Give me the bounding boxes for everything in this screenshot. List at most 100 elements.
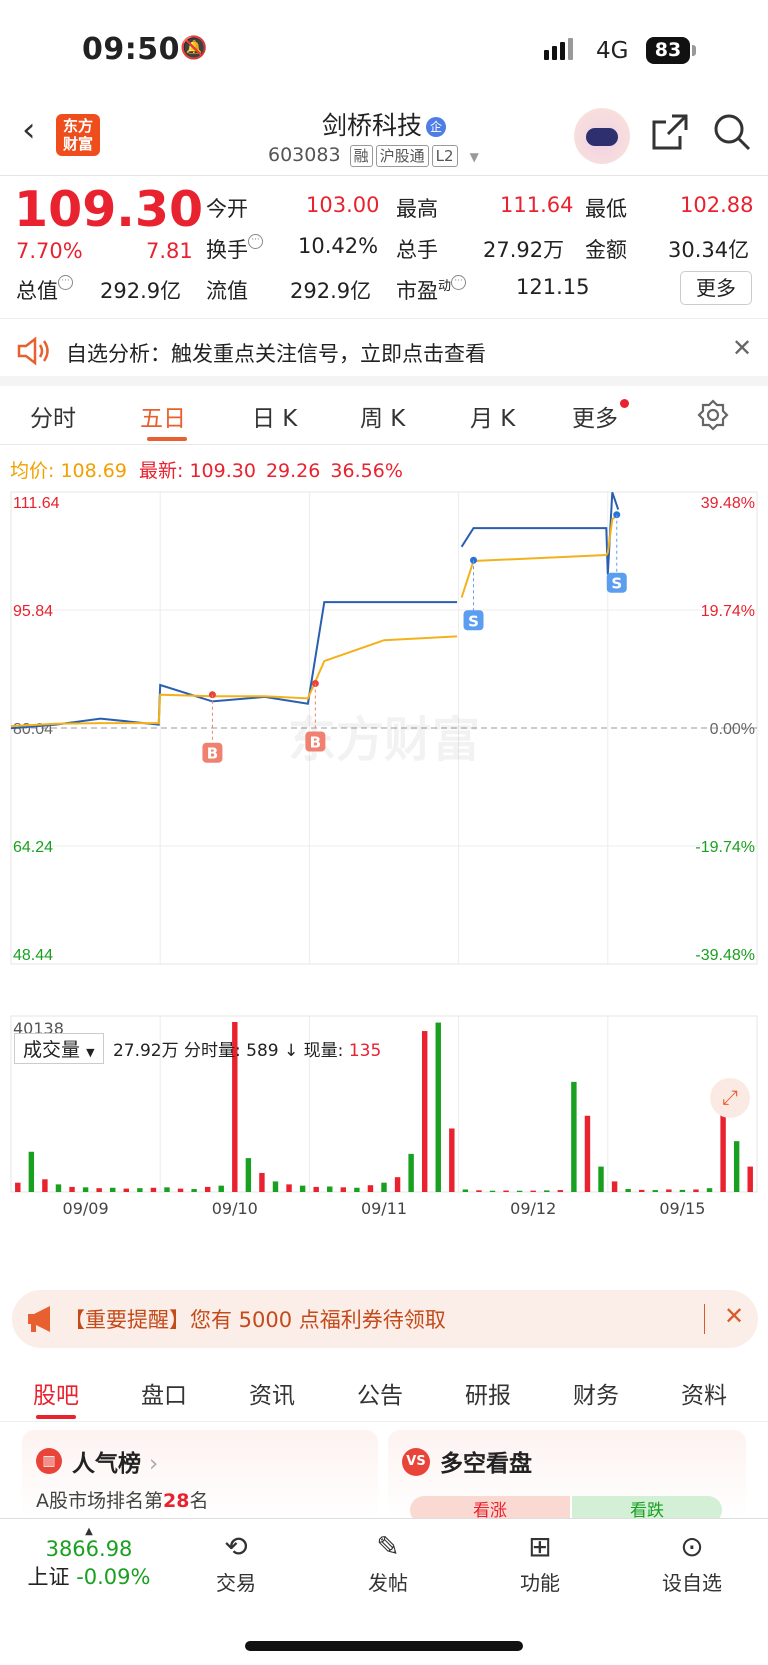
volume-bar: [123, 1188, 130, 1192]
active-tab-indicator: [147, 437, 187, 441]
volume-bar: [137, 1188, 143, 1192]
volume-bar: [544, 1190, 550, 1192]
float-value: 292.9亿: [290, 279, 372, 303]
current-vol-label: 现量:: [303, 1041, 344, 1061]
tab-guba[interactable]: 股吧: [33, 1376, 79, 1410]
index-change-line: 上证 -0.09%: [27, 1565, 151, 1589]
tab-financials[interactable]: 财务: [573, 1376, 619, 1410]
tag-margin: 融: [349, 145, 373, 167]
volume-bar: [557, 1190, 564, 1192]
content-tabs: 股吧 盘口 资讯 公告 研报 财务 资料: [0, 1356, 768, 1422]
x-tick-label: 09/15: [659, 1199, 705, 1218]
edit-icon: ✎: [376, 1530, 400, 1563]
volume-bar: [516, 1190, 523, 1192]
tab-weekly-k[interactable]: 周 K: [360, 399, 405, 433]
volume-bar: [327, 1186, 333, 1192]
stock-code-line[interactable]: 603083 融沪股通 L2 ▼: [268, 144, 479, 167]
chart-legend: 均价: 108.69 最新: 109.30 29.26 36.56%: [10, 456, 403, 483]
volume-bar: [340, 1187, 347, 1192]
megaphone-icon: [28, 1306, 50, 1332]
search-icon[interactable]: [712, 112, 752, 152]
volume-bar: [679, 1189, 686, 1192]
settings-icon[interactable]: [697, 399, 729, 431]
battery-cap: [692, 45, 696, 56]
down-arrow-icon: ↓: [284, 1041, 299, 1061]
current-price: 109.30: [14, 181, 204, 238]
tab-research[interactable]: 研报: [465, 1376, 511, 1410]
volume-bar: [272, 1181, 279, 1192]
nav-trade[interactable]: ⟲ 交易: [186, 1527, 286, 1596]
assistant-avatar[interactable]: [574, 108, 630, 164]
nav-functions[interactable]: ⊞ 功能: [490, 1527, 590, 1596]
analysis-alert[interactable]: 自选分析：触发重点关注信号，立即点击查看 ✕: [0, 320, 768, 386]
tab-order-book[interactable]: 盘口: [141, 1376, 187, 1410]
float-label: 流值: [206, 279, 248, 303]
info-icon[interactable]: ···: [451, 275, 467, 290]
period-tabs: 分时 五日 日 K 周 K 月 K 更多: [0, 385, 768, 445]
volume-bar: [96, 1188, 102, 1192]
quote-panel: 109.30 7.70% 7.81 今开 103.00 最高 111.64 最低…: [0, 177, 768, 319]
x-tick-label: 09/10: [212, 1199, 258, 1218]
nav-add-watchlist[interactable]: ⊙ 设自选: [642, 1527, 742, 1596]
status-bar: 09:50 🔕 4G 83: [0, 0, 768, 100]
volume-label: 总手: [396, 238, 438, 262]
five-day-chart[interactable]: 111.64 39.48% 95.84 19.74% 80.04 0.00% 64.24 -1…: [0, 484, 768, 1234]
promo-banner[interactable]: 【重要提醒】您有 5000 点福利券待领取 ✕: [12, 1290, 758, 1348]
popularity-card[interactable]: ▥ 人气榜 › A股市场排名第28名: [22, 1430, 378, 1520]
bull-bear-card[interactable]: VS 多空看盘 看涨 看跌: [388, 1430, 746, 1524]
volume-bar: [611, 1181, 618, 1192]
tab-intraday[interactable]: 分时: [30, 399, 76, 433]
volume-bar: [638, 1189, 645, 1192]
vs-icon: VS: [402, 1448, 430, 1476]
volume-bar: [503, 1190, 509, 1192]
close-icon[interactable]: ✕: [724, 1302, 744, 1330]
promo-text: 【重要提醒】您有 5000 点福利券待领取: [64, 1308, 446, 1332]
amount-value: 30.34亿: [668, 238, 750, 262]
turnover-value: 10.42%: [298, 234, 379, 258]
x-tick-label: 09/09: [63, 1199, 109, 1218]
close-icon[interactable]: ✕: [732, 334, 752, 362]
y-tick-label-left: 48.44: [13, 947, 53, 964]
dropdown-icon[interactable]: ▼: [470, 150, 479, 164]
tab-announcements[interactable]: 公告: [357, 1376, 403, 1410]
tab-daily-k[interactable]: 日 K: [252, 399, 297, 433]
more-quote-button[interactable]: 更多: [680, 271, 752, 305]
caret-up-icon: ▲: [85, 1526, 93, 1537]
current-vol-value: 135: [348, 1041, 382, 1061]
volume-bar: [110, 1187, 116, 1192]
info-icon[interactable]: ···: [58, 275, 73, 290]
y-tick-label-left: 111.64: [13, 495, 60, 512]
indicator-select[interactable]: 成交量 ▼: [14, 1033, 104, 1064]
tab-more[interactable]: 更多: [572, 399, 629, 433]
stock-name-text: 剑桥科技: [321, 111, 422, 140]
pe-label: 市盈动 ···: [396, 275, 467, 305]
minute-vol-label: 分时量:: [184, 1041, 241, 1061]
nav-post[interactable]: ✎ 发帖: [338, 1527, 438, 1596]
last-value: 109.30: [189, 460, 256, 482]
mute-icon: 🔕: [180, 36, 208, 61]
tab-five-day[interactable]: 五日: [140, 399, 186, 433]
tab-monthly-k[interactable]: 月 K: [470, 399, 515, 433]
volume-bar: [313, 1186, 319, 1192]
mktcap-value: 292.9亿: [100, 279, 182, 303]
red-dot-icon: [620, 399, 629, 408]
last-label: 最新:: [138, 460, 184, 482]
index-ticker[interactable]: ▲ 3866.98 上证 -0.09%: [14, 1527, 164, 1591]
tab-profile[interactable]: 资料: [681, 1376, 727, 1410]
y-tick-label-left: 64.24: [13, 839, 53, 856]
tab-news[interactable]: 资讯: [249, 1376, 295, 1410]
volume-bar: [747, 1166, 753, 1192]
avg-value: 108.69: [60, 460, 127, 482]
mktcap-label: 总值 ···: [16, 275, 73, 305]
expand-icon[interactable]: ⤢: [710, 1078, 750, 1118]
volume-bar: [530, 1190, 536, 1192]
series-line-avg: [460, 513, 619, 598]
volume-bar: [598, 1166, 604, 1192]
info-icon[interactable]: ···: [248, 234, 263, 249]
share-icon[interactable]: [650, 112, 690, 152]
high-value: 111.64: [500, 193, 574, 217]
more-circle-icon: ⊙: [680, 1530, 704, 1563]
x-tick-label: 09/11: [361, 1199, 407, 1218]
volume-bar: [367, 1185, 374, 1192]
y-tick-label-left: 95.84: [13, 603, 53, 620]
